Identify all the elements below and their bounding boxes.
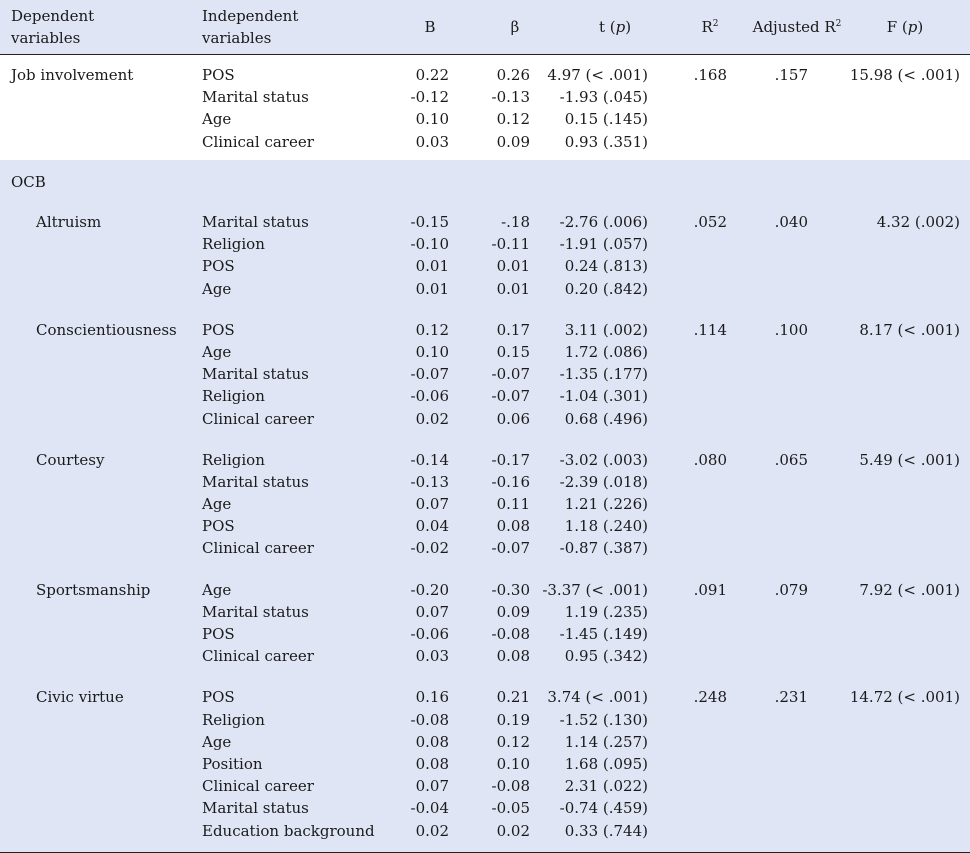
table-row: Age 0.10 0.15 1.72 (.086) [202, 342, 648, 361]
table-row: Civic virtue POS 0.16 0.21 3.74 (< .001) .2… [36, 688, 960, 707]
table-row: Marital status -0.12 -0.13 -1.93 (.045) [202, 88, 648, 107]
table-row: Job involvement POS 0.22 0.26 4.97 (< .0… [0, 64, 970, 86]
header-b: B [424, 18, 436, 36]
table-row: Clinical career 0.03 0.09 0.93 (.351) [202, 132, 648, 151]
table-row: Age 0.08 0.12 1.14 (.257) [202, 732, 648, 751]
header-f: F (p) [886, 18, 924, 36]
header-beta: β [510, 18, 520, 36]
table-row: Marital status -0.04 -0.05 -0.74 (.459) [202, 799, 648, 818]
subgroup-altruism: Altruism Marital status -0.15 -.18 -2.76 (.… [0, 211, 970, 300]
subgroup-civic-virtue: Civic virtue POS 0.16 0.21 3.74 (< .001) .2… [0, 686, 970, 841]
subgroup-conscientiousness: Conscientiousness POS 0.12 0.17 3.11 (.002)… [0, 319, 970, 430]
table-row: Courtesy Religion -0.14 -0.17 -3.02 (.003) … [36, 450, 960, 469]
table-row: POS 0.01 0.01 0.24 (.813) [202, 257, 648, 276]
dependent-label: OCB [11, 173, 46, 191]
table-row: Clinical career 0.07 -0.08 2.31 (.022) [202, 777, 648, 796]
regression-table: Dependent variables Independent variables … [0, 0, 970, 853]
table-row: Sportsmanship Age -0.20 -0.30 -3.37 (< .001… [36, 580, 960, 599]
adjusted-r2-value: .157 [774, 66, 808, 84]
header-adjusted-r2: Adjusted R2 [752, 18, 842, 36]
table-row: Religion -0.06 -0.07 -1.04 (.301) [202, 387, 648, 406]
table-row: Clinical career 0.02 0.06 0.68 (.496) [202, 409, 648, 428]
table-row: Age 0.07 0.11 1.21 (.226) [202, 495, 648, 514]
table-row: Age 0.10 0.12 0.15 (.145) [202, 110, 648, 129]
dependent-label: Job involvement [11, 66, 134, 84]
group-ocb: OCB Altruism Marital status -0.15 -.18 -2.7… [0, 160, 970, 852]
table-row: Marital status -0.07 -0.07 -1.35 (.177) [202, 365, 648, 384]
f-value: 15.98 (< .001) [849, 66, 960, 84]
table-row: POS -0.06 -0.08 -1.45 (.149) [202, 625, 648, 643]
table-row: POS 0.04 0.08 1.18 (.240) [202, 517, 648, 536]
table-row: Marital status -0.13 -0.16 -2.39 (.018) [202, 472, 648, 491]
group-job-involvement: Job involvement POS 0.22 0.26 4.97 (< .0… [0, 55, 970, 160]
table-row: Religion -0.08 0.19 -1.52 (.130) [202, 710, 648, 729]
table-row: Education background 0.02 0.02 0.33 (.744) [202, 821, 648, 840]
table-row: Clinical career 0.03 0.08 0.95 (.342) [202, 647, 648, 666]
header-independent: Independent variables [202, 7, 299, 47]
header-r2: R2 [701, 18, 719, 36]
table-row: Age 0.01 0.01 0.20 (.842) [202, 279, 648, 298]
subgroup-courtesy: Courtesy Religion -0.14 -0.17 -3.02 (.003) … [0, 449, 970, 560]
table-row: Marital status 0.07 0.09 1.19 (.235) [202, 602, 648, 621]
table-row: Altruism Marital status -0.15 -.18 -2.76 (.… [36, 213, 960, 231]
header-t: t (p) [598, 18, 632, 36]
header-dependent: Dependent variables [11, 7, 95, 47]
table-header: Dependent variables Independent variables … [0, 0, 970, 55]
table-row: Position 0.08 0.10 1.68 (.095) [202, 754, 648, 773]
table-row: Religion -0.10 -0.11 -1.91 (.057) [202, 235, 648, 254]
table-row: Clinical career -0.02 -0.07 -0.87 (.387) [202, 539, 648, 558]
table-row: Conscientiousness POS 0.12 0.17 3.11 (.002)… [36, 320, 960, 339]
r2-value: .168 [693, 66, 727, 84]
table-row: OCB [0, 171, 970, 199]
subgroup-sportsmanship: Sportsmanship Age -0.20 -0.30 -3.37 (< .001… [0, 579, 970, 668]
